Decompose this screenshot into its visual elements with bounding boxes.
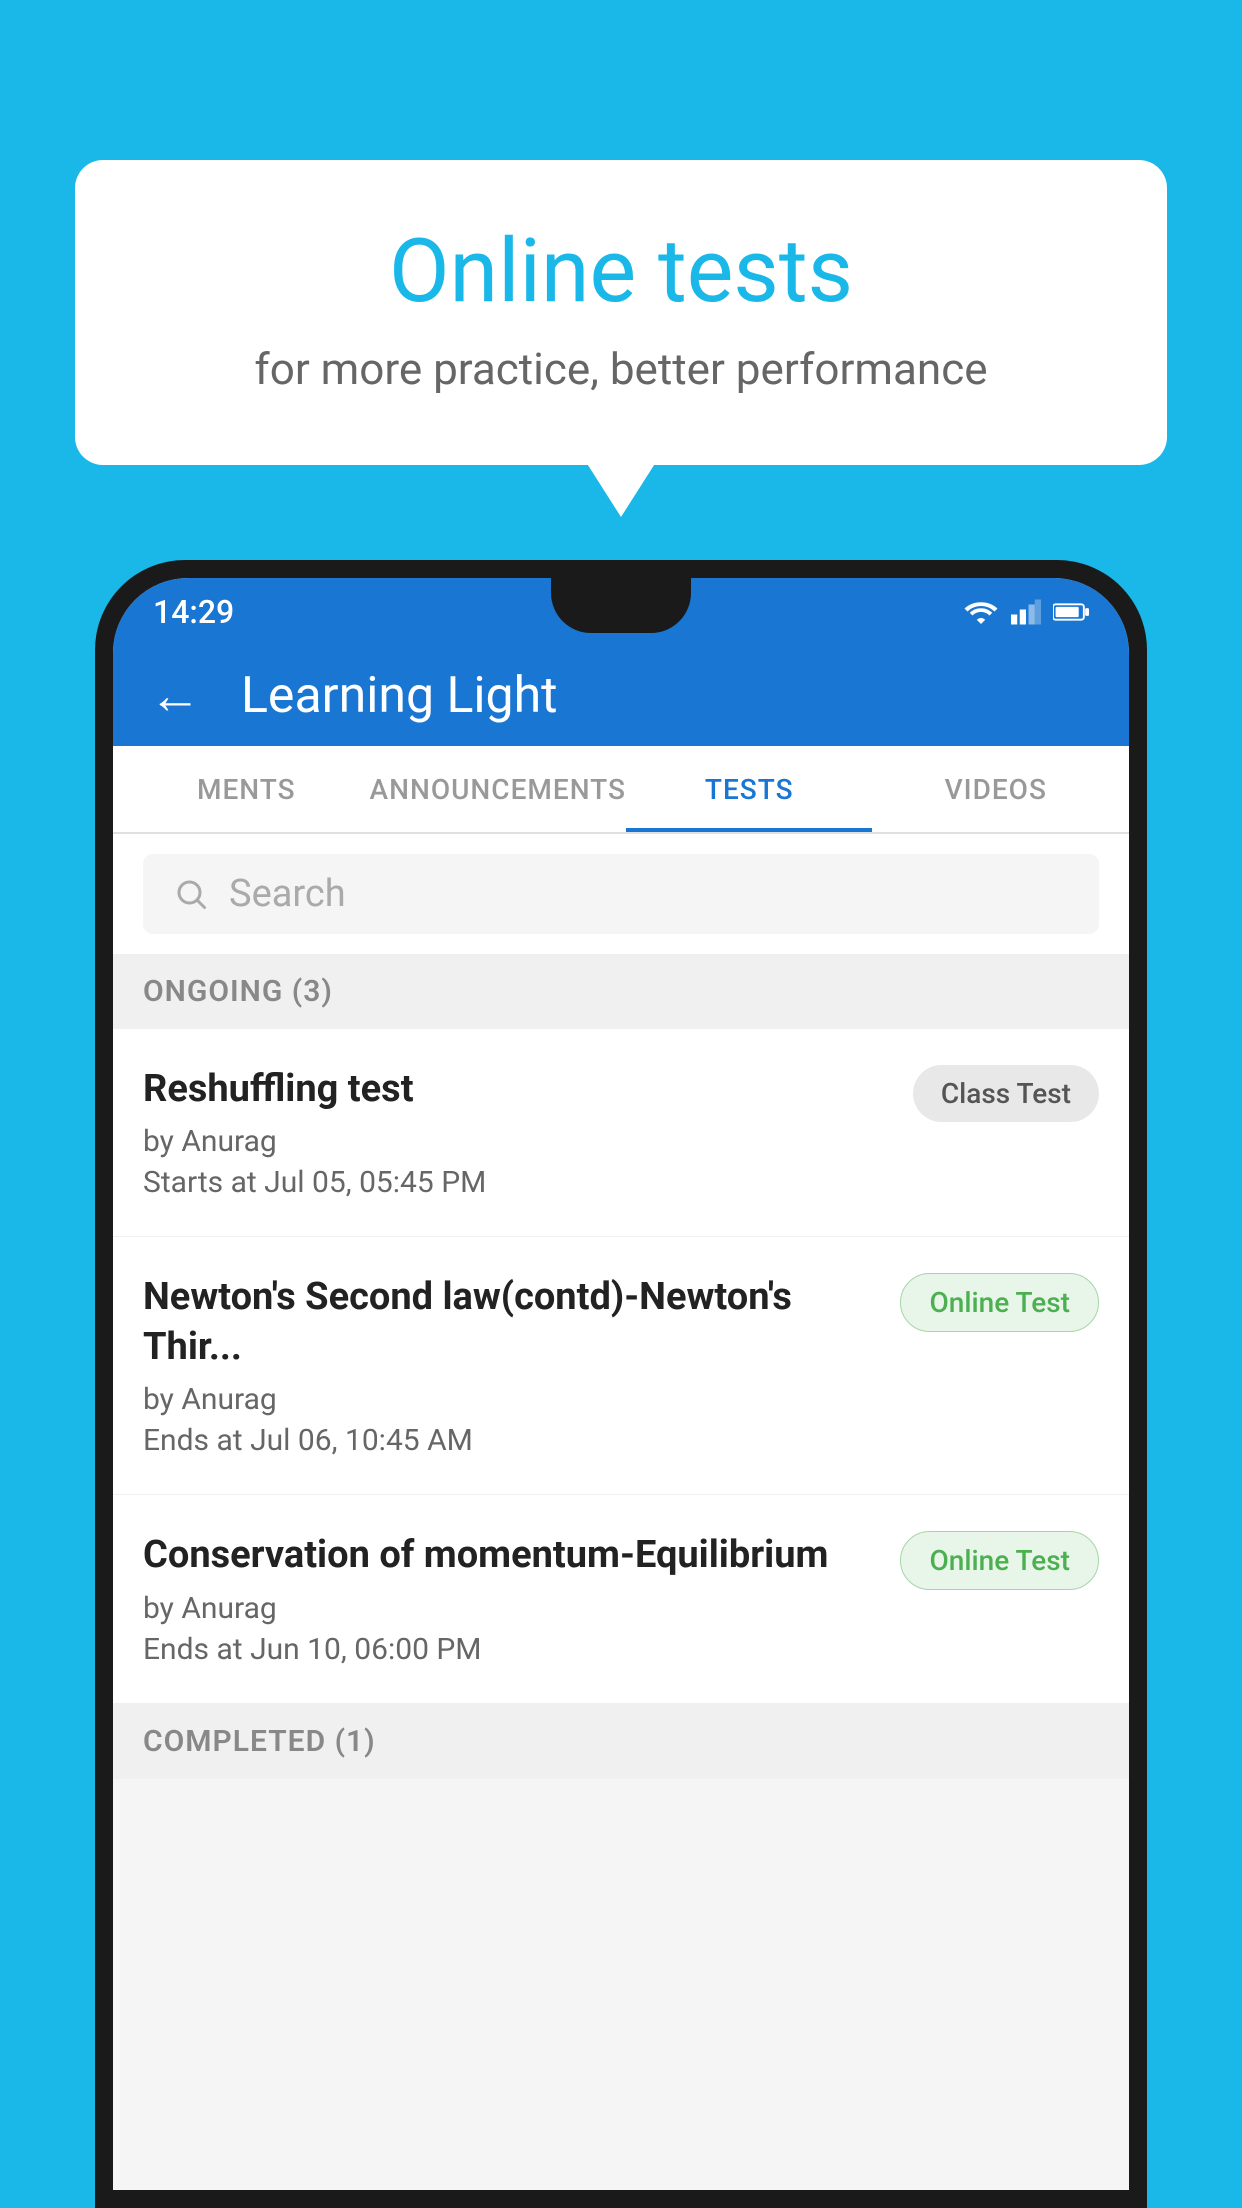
search-input-wrap[interactable]: Search [143,854,1099,934]
search-bar: Search [113,834,1129,954]
test-info-3: Conservation of momentum-Equilibrium by … [143,1531,900,1666]
test-time-1: Starts at Jul 05, 05:45 PM [143,1165,893,1200]
test-list: Reshuffling test by Anurag Starts at Jul… [113,1029,1129,1704]
test-item-1[interactable]: Reshuffling test by Anurag Starts at Jul… [113,1029,1129,1237]
bubble-title: Online tests [155,220,1087,323]
phone-screen: 14:29 [113,578,1129,2190]
test-item-2[interactable]: Newton's Second law(contd)-Newton's Thir… [113,1237,1129,1495]
test-info-2: Newton's Second law(contd)-Newton's Thir… [143,1273,900,1458]
back-button[interactable]: ← [149,670,201,722]
notch [551,578,691,633]
status-bar: 14:29 [113,578,1129,646]
test-name-1: Reshuffling test [143,1065,893,1114]
test-author-1: by Anurag [143,1124,893,1159]
app-bar: ← Learning Light [113,646,1129,746]
test-name-2: Newton's Second law(contd)-Newton's Thir… [143,1273,880,1372]
test-item-3[interactable]: Conservation of momentum-Equilibrium by … [113,1495,1129,1703]
search-placeholder: Search [229,872,346,916]
badge-2: Online Test [900,1273,1099,1332]
speech-bubble: Online tests for more practice, better p… [75,160,1167,465]
signal-icon [1011,598,1041,626]
test-time-2: Ends at Jul 06, 10:45 AM [143,1423,880,1458]
test-info-1: Reshuffling test by Anurag Starts at Jul… [143,1065,913,1200]
ongoing-section-header: ONGOING (3) [113,954,1129,1029]
tab-ments[interactable]: MENTS [123,746,370,832]
tab-bar: MENTS ANNOUNCEMENTS TESTS VIDEOS [113,746,1129,834]
tab-videos[interactable]: VIDEOS [872,746,1119,832]
wifi-icon [963,598,999,626]
app-title: Learning Light [241,667,558,725]
test-name-3: Conservation of momentum-Equilibrium [143,1531,880,1580]
badge-1: Class Test [913,1065,1099,1122]
phone-frame: 14:29 [95,560,1147,2208]
search-icon [173,876,209,912]
test-time-3: Ends at Jun 10, 06:00 PM [143,1632,880,1667]
completed-section-header: COMPLETED (1) [113,1704,1129,1779]
badge-3: Online Test [900,1531,1099,1590]
test-author-2: by Anurag [143,1382,880,1417]
status-icons [963,598,1089,626]
bubble-subtitle: for more practice, better performance [155,343,1087,395]
tab-announcements[interactable]: ANNOUNCEMENTS [370,746,626,832]
battery-icon [1053,600,1089,624]
test-author-3: by Anurag [143,1591,880,1626]
tab-tests[interactable]: TESTS [626,746,873,832]
status-time: 14:29 [153,593,234,631]
